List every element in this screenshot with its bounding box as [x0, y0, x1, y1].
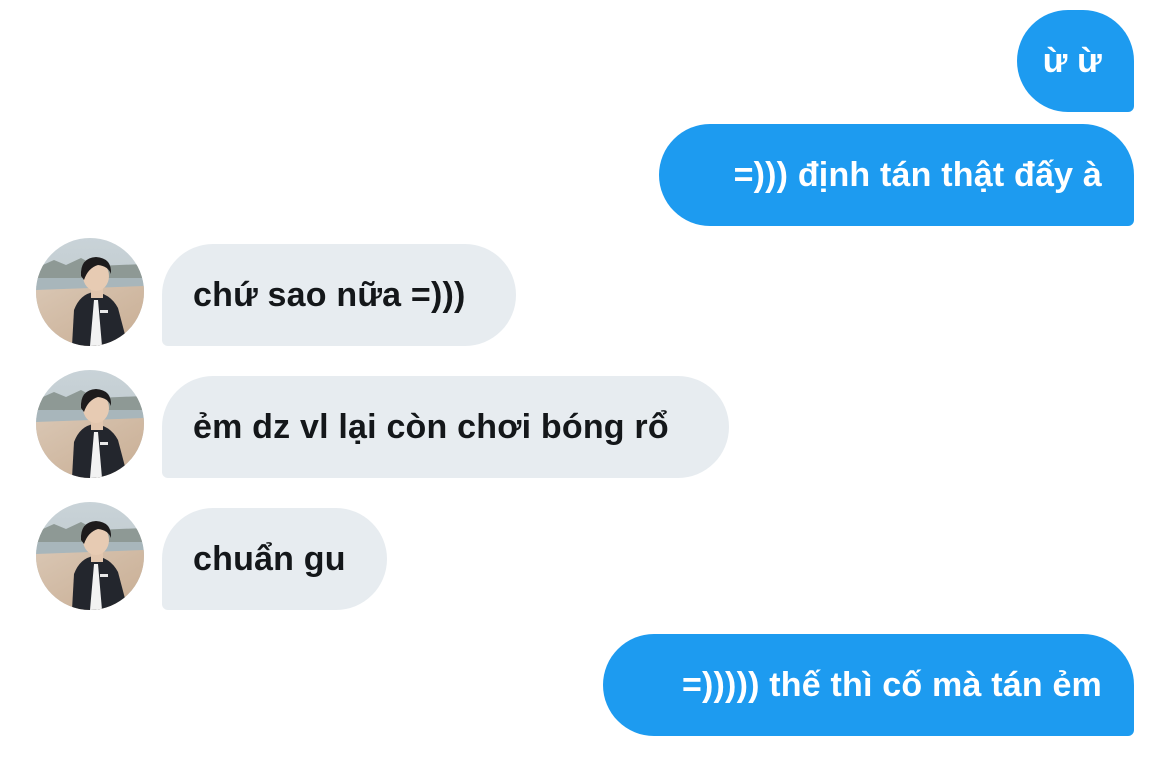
message-bubble-outgoing[interactable]: ừ ừ	[1017, 10, 1134, 112]
avatar[interactable]	[36, 370, 144, 478]
message-text: ẻm dz vl lại còn chơi bóng rổ	[193, 407, 669, 446]
avatar[interactable]	[36, 502, 144, 610]
message-bubble-outgoing[interactable]: =))) định tán thật đấy à	[659, 124, 1134, 226]
message-text: =))))) thế thì cố mà tán ẻm	[681, 665, 1102, 704]
message-text: chứ sao nữa =)))	[193, 275, 466, 314]
profile-photo-icon	[36, 370, 144, 478]
message-bubble-incoming[interactable]: ẻm dz vl lại còn chơi bóng rổ	[162, 376, 729, 478]
message-bubble-incoming[interactable]: chứ sao nữa =)))	[162, 244, 516, 346]
message-bubble-outgoing[interactable]: =))))) thế thì cố mà tán ẻm	[603, 634, 1134, 736]
message-text: chuẩn gu	[193, 539, 346, 578]
message-bubble-incoming[interactable]: chuẩn gu	[162, 508, 387, 610]
message-text: =))) định tán thật đấy à	[733, 155, 1102, 194]
profile-photo-icon	[36, 238, 144, 346]
chat-thread: ừ ừ =))) định tán thật đấy à chứ sao nữa…	[0, 0, 1170, 765]
message-text: ừ ừ	[1042, 41, 1102, 80]
profile-photo-icon	[36, 502, 144, 610]
avatar[interactable]	[36, 238, 144, 346]
